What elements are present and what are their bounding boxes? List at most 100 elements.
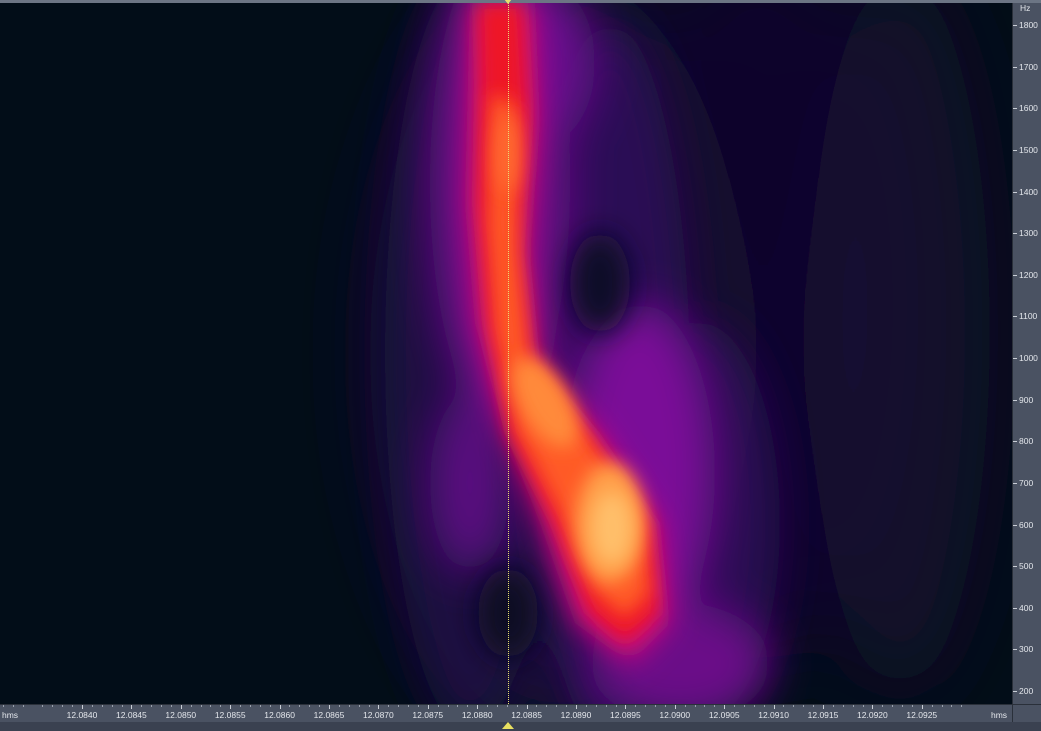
frequency-tick <box>1013 524 1017 526</box>
time-tick-label: 12.0900 <box>659 710 691 720</box>
time-minor-tick <box>467 705 468 707</box>
time-minor-tick <box>309 705 310 707</box>
playback-cursor-line[interactable] <box>508 3 509 704</box>
time-unit-left-label: hms <box>2 710 19 720</box>
time-minor-tick <box>270 705 271 707</box>
time-minor-tick <box>645 705 646 707</box>
time-tick <box>329 705 330 709</box>
frequency-tick-label: 900 <box>1019 394 1034 405</box>
time-tick <box>230 705 231 709</box>
cursor-position-marker-icon[interactable] <box>502 722 514 729</box>
spectrogram-view[interactable] <box>0 3 1012 704</box>
time-tick-label: 12.0840 <box>66 710 98 720</box>
time-minor-tick <box>289 705 290 707</box>
time-minor-tick <box>606 705 607 707</box>
time-tick-label: 12.0885 <box>511 710 542 720</box>
time-minor-tick <box>497 705 498 707</box>
time-tick <box>675 705 676 709</box>
time-minor-tick <box>793 705 794 707</box>
time-minor-tick <box>843 705 844 707</box>
time-tick-label: 12.0905 <box>708 710 740 720</box>
time-ruler[interactable]: hms hms 12.0840 12.0845 12.0850 12.0855 12.0… <box>0 704 1012 723</box>
frequency-tick <box>1013 399 1017 401</box>
frequency-tick-label: 1500 <box>1019 144 1038 155</box>
time-minor-tick <box>201 705 202 707</box>
frequency-tick-label: 1800 <box>1019 20 1038 30</box>
time-tick <box>625 705 626 709</box>
frequency-tick <box>1013 191 1017 193</box>
time-minor-tick <box>714 705 715 707</box>
time-tick-label: 12.0920 <box>857 710 888 720</box>
time-minor-tick <box>171 705 172 707</box>
time-minor-tick <box>734 705 735 707</box>
frequency-tick-label: 1100 <box>1019 311 1038 322</box>
time-tick <box>576 705 577 709</box>
time-minor-tick <box>586 705 587 707</box>
time-minor-tick <box>892 705 893 707</box>
frequency-tick <box>1013 566 1017 568</box>
time-minor-tick <box>536 705 537 707</box>
time-minor-tick <box>418 705 419 707</box>
time-minor-tick <box>72 705 73 707</box>
frequency-tick-label: 400 <box>1019 602 1034 613</box>
time-minor-tick <box>783 705 784 707</box>
spectrogram-window: Hz 1800 1700 1600 1500 1400 1300 1200 1100 1000 9… <box>0 0 1041 731</box>
time-minor-tick <box>556 705 557 707</box>
time-tick-label: 12.0870 <box>363 710 394 720</box>
frequency-tick-label: 1400 <box>1019 186 1038 197</box>
time-minor-tick <box>635 705 636 707</box>
time-tick-label: 12.0925 <box>906 710 938 720</box>
time-minor-tick <box>319 705 320 707</box>
frequency-ruler[interactable]: Hz 1800 1700 1600 1500 1400 1300 1200 1100 1000 9… <box>1012 3 1041 704</box>
frequency-tick <box>1013 108 1017 110</box>
time-minor-tick <box>408 705 409 707</box>
time-tick <box>872 705 873 709</box>
frequency-tick-label: 300 <box>1019 644 1034 655</box>
ruler-corner <box>1012 704 1041 723</box>
time-tick <box>774 705 775 709</box>
time-tick-label: 12.0895 <box>610 710 641 720</box>
time-tick <box>131 705 132 709</box>
time-minor-tick <box>13 705 14 707</box>
time-tick-label: 12.0880 <box>461 710 493 720</box>
bottom-strip <box>0 722 1041 731</box>
time-tick-label: 12.0845 <box>116 710 147 720</box>
time-minor-tick <box>566 705 567 707</box>
frequency-tick <box>1013 25 1017 26</box>
time-tick <box>428 705 429 709</box>
time-tick-label: 12.0865 <box>313 710 345 720</box>
frequency-tick <box>1013 649 1017 651</box>
time-minor-tick <box>853 705 854 707</box>
frequency-tick-label: 700 <box>1019 477 1034 488</box>
time-minor-tick <box>23 705 24 707</box>
frequency-tick <box>1013 233 1017 235</box>
time-tick-label: 12.0890 <box>560 710 592 720</box>
frequency-tick <box>1013 441 1017 443</box>
frequency-tick <box>1013 316 1017 318</box>
time-unit-right-label: hms <box>991 710 1008 720</box>
frequency-tick <box>1013 691 1017 692</box>
time-minor-tick <box>517 705 518 707</box>
time-minor-tick <box>912 705 913 707</box>
cursor-top-marker-icon[interactable] <box>504 0 512 4</box>
time-minor-tick <box>62 705 63 707</box>
time-minor-tick <box>665 705 666 707</box>
time-minor-tick <box>685 705 686 707</box>
time-minor-tick <box>448 705 449 707</box>
time-minor-tick <box>240 705 241 707</box>
time-minor-tick <box>507 705 508 707</box>
time-minor-tick <box>961 705 962 707</box>
time-minor-tick <box>210 705 211 707</box>
time-tick <box>823 705 824 709</box>
time-minor-tick <box>487 705 488 707</box>
time-minor-tick <box>359 705 360 707</box>
time-tick-label: 12.0855 <box>214 710 246 720</box>
time-tick <box>477 705 478 709</box>
frequency-tick <box>1013 274 1017 276</box>
time-tick-label: 12.0850 <box>165 710 197 720</box>
time-tick-label: 12.0860 <box>264 710 295 720</box>
time-minor-tick <box>457 705 458 707</box>
time-minor-tick <box>299 705 300 707</box>
time-minor-tick <box>102 705 103 707</box>
time-minor-tick <box>92 705 93 707</box>
